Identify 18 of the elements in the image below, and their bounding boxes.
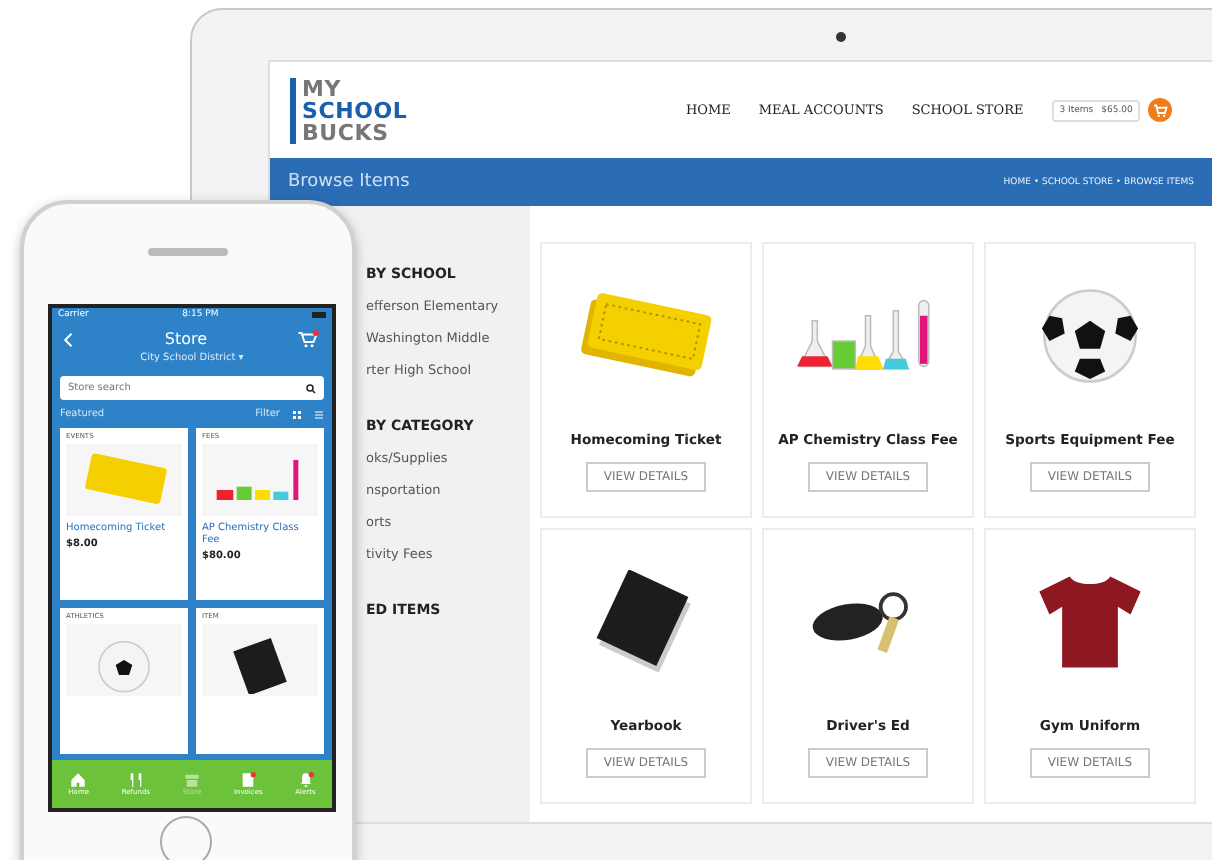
back-icon[interactable] <box>64 331 74 347</box>
logo: MY SCHOOL BUCKS <box>290 77 408 143</box>
speaker-icon <box>148 248 228 256</box>
bell-icon <box>297 772 314 788</box>
camera-dot <box>836 32 846 42</box>
battery-icon <box>312 312 326 318</box>
home-icon <box>70 772 87 788</box>
home-button[interactable] <box>160 816 212 860</box>
page-title: Browse Items <box>288 172 410 192</box>
grid-view-icon[interactable] <box>292 409 302 419</box>
doc-icon <box>240 772 257 788</box>
store-icon <box>183 772 200 788</box>
search-icon[interactable] <box>306 383 316 393</box>
cart-icon[interactable] <box>298 330 320 348</box>
utensils-icon <box>127 772 144 788</box>
cart-icon[interactable] <box>1148 98 1173 122</box>
list-view-icon[interactable] <box>314 409 324 419</box>
store-title: Store <box>164 330 208 348</box>
